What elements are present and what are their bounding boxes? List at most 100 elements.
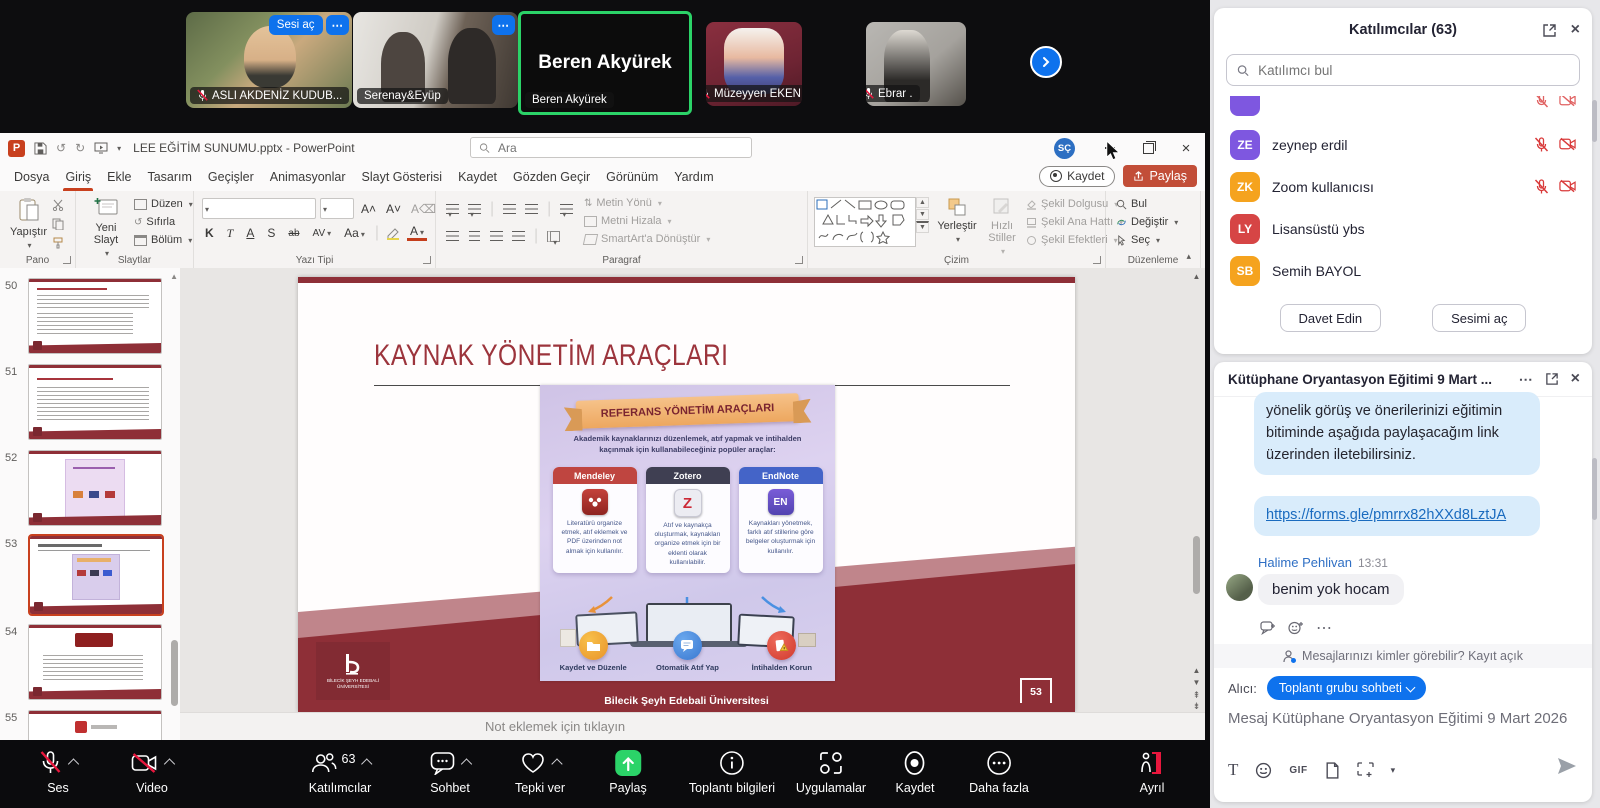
undo-icon[interactable]: ↺ bbox=[56, 141, 66, 155]
tile-more-button[interactable]: ⋯ bbox=[492, 15, 516, 35]
align-text-button[interactable]: Metni Hizala bbox=[584, 215, 710, 227]
layout-button[interactable]: Düzen bbox=[134, 198, 193, 210]
strikethrough-button[interactable]: ab bbox=[285, 228, 302, 239]
tab-gozden-gecir[interactable]: Gözden Geçir bbox=[505, 163, 598, 191]
highlight-color-button[interactable] bbox=[386, 227, 400, 240]
prev-slide-double-icon[interactable]: ⇞ bbox=[1190, 690, 1203, 701]
collapse-ribbon-icon[interactable]: ▴ bbox=[1186, 251, 1191, 262]
tab-slayt-gosterisi[interactable]: Slayt Gösterisi bbox=[354, 163, 451, 191]
video-tile-serenay[interactable]: ⋯ Serenay&Eyüp bbox=[353, 12, 518, 108]
ppt-search-box[interactable] bbox=[470, 137, 752, 158]
justify-button[interactable] bbox=[512, 231, 525, 241]
close-icon[interactable]: × bbox=[1571, 21, 1580, 39]
underline-button[interactable]: A bbox=[243, 226, 257, 240]
cut-icon[interactable] bbox=[52, 199, 64, 211]
save-icon[interactable] bbox=[34, 142, 47, 155]
align-center-button[interactable] bbox=[469, 231, 480, 241]
shapes-more[interactable]: ▼ bbox=[916, 221, 929, 233]
tab-animasyonlar[interactable]: Animasyonlar bbox=[262, 163, 354, 191]
paragraph-dialog-launcher[interactable] bbox=[795, 256, 803, 264]
slide-thumbnail-54[interactable] bbox=[28, 624, 162, 700]
toolbar-leave-button[interactable]: Ayrıl bbox=[1138, 749, 1166, 795]
shapes-scroll-down[interactable]: ▼ bbox=[916, 209, 929, 220]
slide-thumbnail-52[interactable] bbox=[28, 450, 162, 526]
reference-tools-infographic[interactable]: REFERANS YÖNETİM ARAÇLARI Akademik kayna… bbox=[540, 385, 835, 681]
font-name-select[interactable] bbox=[202, 198, 316, 219]
video-options-chevron[interactable] bbox=[164, 758, 175, 769]
format-painter-icon[interactable] bbox=[52, 237, 64, 249]
slide-thumbnail-53-selected[interactable] bbox=[28, 534, 164, 616]
participant-row-zoom-user[interactable]: ZK Zoom kullanıcısı bbox=[1214, 166, 1592, 208]
slide-thumbnail-51[interactable] bbox=[28, 364, 162, 440]
slide-title[interactable]: KAYNAK YÖNETİM ARAÇLARI bbox=[374, 339, 728, 373]
font-size-select[interactable] bbox=[320, 198, 354, 219]
numbering-button[interactable] bbox=[468, 204, 481, 214]
text-direction-button[interactable]: ⇅Metin Yönü bbox=[584, 197, 710, 209]
invite-button[interactable]: Davet Edin bbox=[1280, 304, 1382, 332]
tab-gecisler[interactable]: Geçişler bbox=[200, 163, 262, 191]
toolbar-participants-button[interactable]: 63 Katılımcılar bbox=[309, 749, 372, 795]
thumbs-scroll-up-icon[interactable]: ▲ bbox=[170, 272, 178, 281]
section-button[interactable]: Bölüm bbox=[134, 234, 193, 246]
gif-icon[interactable]: GIF bbox=[1289, 765, 1307, 776]
reply-icon[interactable] bbox=[1260, 621, 1276, 635]
character-spacing-button[interactable]: AV bbox=[310, 228, 335, 239]
participant-row-partial[interactable] bbox=[1214, 96, 1592, 122]
copy-icon[interactable] bbox=[52, 218, 64, 230]
participants-options-chevron[interactable] bbox=[361, 758, 372, 769]
add-reaction-icon[interactable] bbox=[1288, 621, 1304, 635]
popout-icon[interactable] bbox=[1545, 372, 1559, 386]
scrollbar-thumb[interactable] bbox=[1193, 536, 1200, 594]
paste-button[interactable]: Yapıştır bbox=[10, 197, 47, 250]
restore-button[interactable] bbox=[1129, 133, 1167, 163]
unmute-self-button[interactable]: Sesimi aç bbox=[1432, 304, 1526, 332]
compose-more-icon[interactable]: ▾ bbox=[1391, 765, 1396, 776]
drawing-dialog-launcher[interactable] bbox=[1093, 256, 1101, 264]
tile-more-button[interactable]: ⋯ bbox=[326, 15, 350, 35]
search-input[interactable] bbox=[496, 140, 743, 156]
recipient-select[interactable]: Toplantı grubu sohbeti bbox=[1267, 676, 1426, 700]
tab-kaydet[interactable]: Kaydet bbox=[450, 163, 505, 191]
ask-unmute-button[interactable]: Sesi aç bbox=[269, 15, 323, 35]
toolbar-record-button[interactable]: Kaydet bbox=[896, 749, 935, 795]
thumbs-scrollbar[interactable] bbox=[171, 640, 178, 706]
arrange-button[interactable]: Yerleştir bbox=[934, 197, 980, 244]
next-videos-button[interactable] bbox=[1030, 46, 1062, 78]
audio-options-chevron[interactable] bbox=[68, 758, 79, 769]
chat-privacy-note[interactable]: Mesajlarınızı kimler görebilir? Kayıt aç… bbox=[1214, 644, 1592, 668]
reactions-options-chevron[interactable] bbox=[551, 758, 562, 769]
chat-options-chevron[interactable] bbox=[461, 758, 472, 769]
pano-dialog-launcher[interactable] bbox=[63, 256, 71, 264]
align-left-button[interactable] bbox=[446, 231, 459, 241]
participant-row-lisansustu[interactable]: LY Lisansüstü ybs bbox=[1214, 208, 1592, 250]
chat-compose-input[interactable]: Mesaj Kütüphane Oryantasyon Eğitimi 9 Ma… bbox=[1228, 708, 1568, 729]
bold-button[interactable]: K bbox=[202, 226, 217, 240]
quick-access-more-icon[interactable]: ▾ bbox=[117, 144, 121, 153]
tab-yardim[interactable]: Yardım bbox=[666, 163, 721, 191]
shapes-scroll-up[interactable]: ▲ bbox=[916, 197, 929, 208]
emoji-icon[interactable] bbox=[1255, 762, 1272, 779]
tab-ekle[interactable]: Ekle bbox=[99, 163, 139, 191]
account-avatar[interactable]: SÇ bbox=[1054, 138, 1075, 159]
grow-font-button[interactable]: A˄ bbox=[358, 202, 379, 216]
toolbar-reactions-button[interactable]: Tepki ver bbox=[515, 749, 565, 795]
slide-thumbnail-50[interactable] bbox=[28, 278, 162, 354]
shapes-gallery[interactable] bbox=[814, 197, 916, 247]
font-dialog-launcher[interactable] bbox=[423, 256, 431, 264]
send-icon[interactable] bbox=[1556, 756, 1578, 776]
video-tile-muzeyyen[interactable]: Müzeyyen EKEN bbox=[706, 22, 802, 106]
video-tile-beren-active[interactable]: Beren Akyürek Beren Akyürek bbox=[518, 11, 692, 115]
tab-gorunum[interactable]: Görünüm bbox=[598, 163, 666, 191]
participant-search-box[interactable] bbox=[1226, 54, 1580, 86]
chat-scrollbar[interactable] bbox=[1592, 458, 1597, 520]
tab-dosya[interactable]: Dosya bbox=[6, 163, 57, 191]
format-text-icon[interactable]: T bbox=[1228, 760, 1238, 780]
replace-button[interactable]: Değiştir bbox=[1116, 216, 1178, 228]
font-color-button[interactable]: A bbox=[407, 226, 427, 241]
tab-tasarim[interactable]: Tasarım bbox=[139, 163, 199, 191]
toolbar-more-button[interactable]: Daha fazla bbox=[969, 749, 1029, 795]
shrink-font-button[interactable]: A˅ bbox=[383, 202, 404, 216]
toolbar-share-button[interactable]: Paylaş bbox=[609, 749, 647, 795]
scroll-down-icon[interactable]: ▲ bbox=[1190, 666, 1203, 675]
toolbar-apps-button[interactable]: Uygulamalar bbox=[796, 749, 866, 795]
